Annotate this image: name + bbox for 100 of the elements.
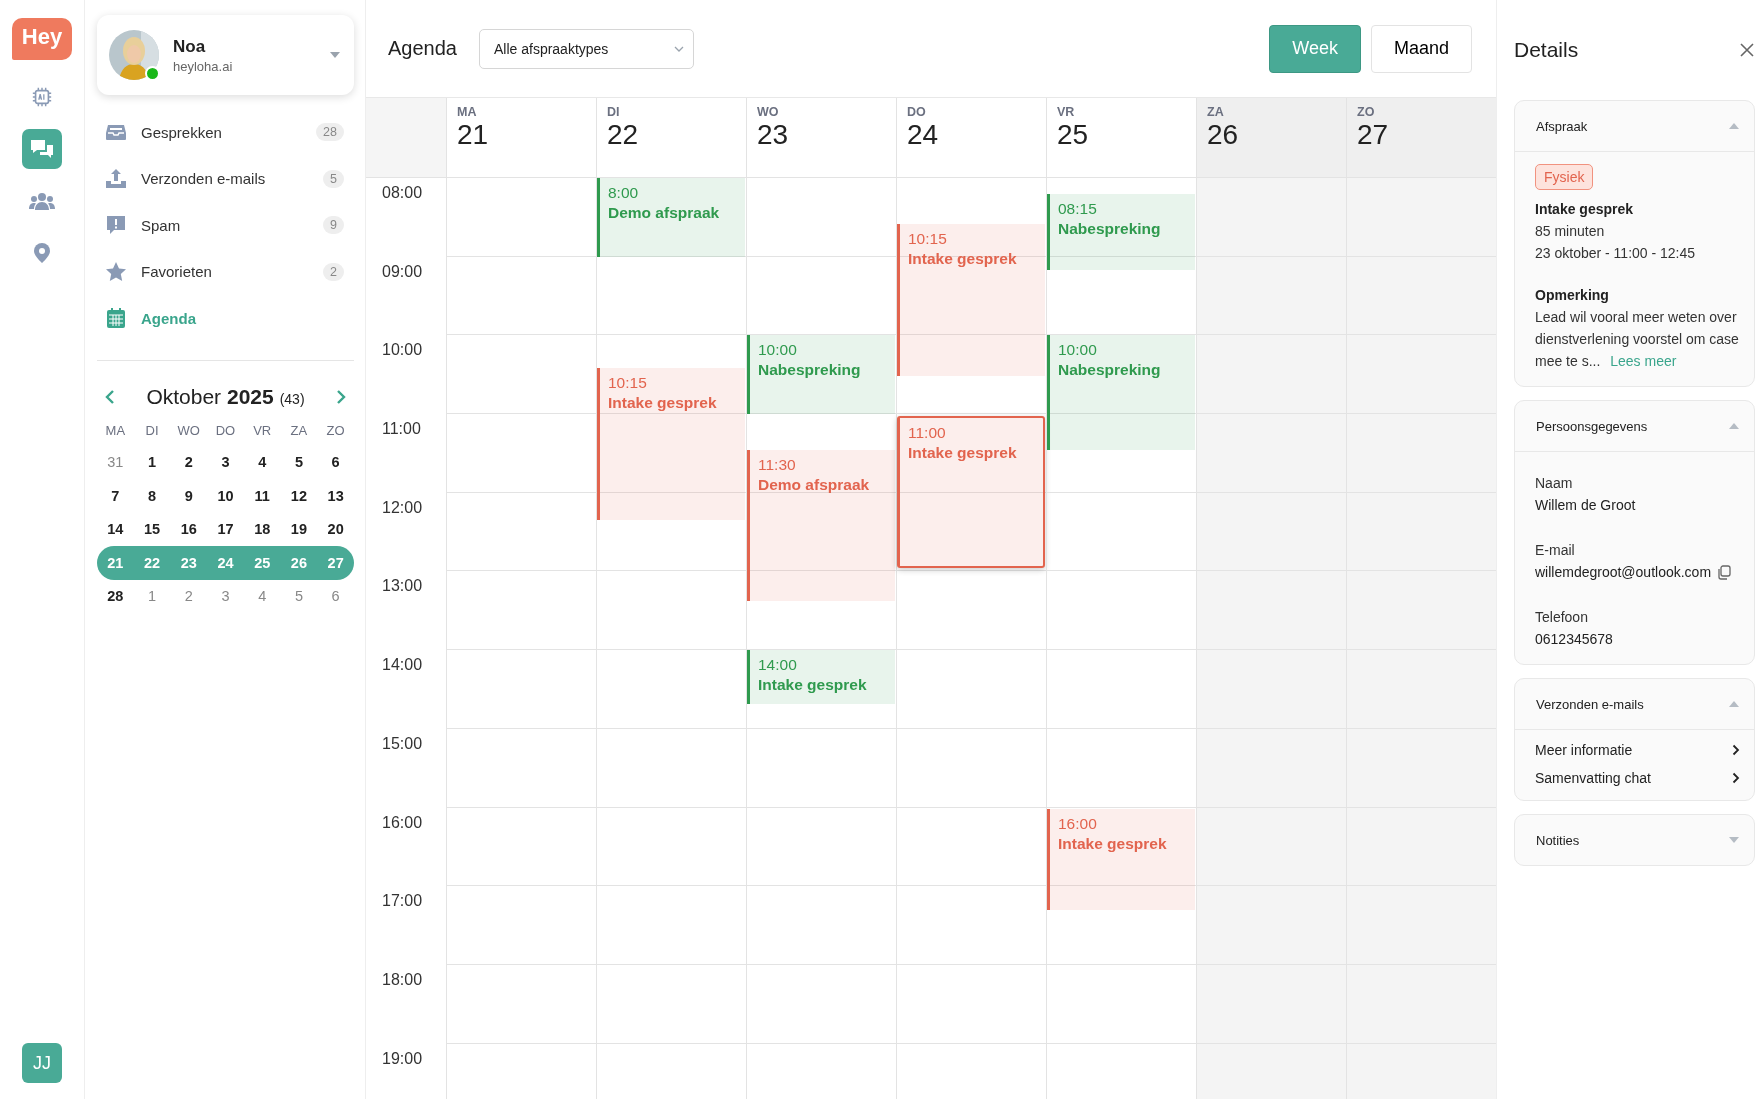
hour-label: 18:00 xyxy=(382,970,423,988)
weekday-label: DI xyxy=(607,105,621,119)
hour-label: 16:00 xyxy=(382,813,423,831)
section-header[interactable]: Verzonden e-mails xyxy=(1515,679,1754,730)
profile-name: Noa xyxy=(173,36,207,57)
day-number: 24 xyxy=(907,119,940,151)
calendar-day[interactable]: 12 xyxy=(280,487,318,504)
calendar-day[interactable]: 17 xyxy=(207,521,244,538)
calendar-day[interactable]: 1 xyxy=(133,588,171,605)
section-header[interactable]: Afspraak xyxy=(1515,101,1754,152)
appointment-time: 10:00 xyxy=(1058,341,1098,360)
nav-item[interactable]: Gesprekken 28 xyxy=(97,109,354,156)
appointment-time: 11:00 xyxy=(908,423,947,442)
hour-label: 17:00 xyxy=(382,892,423,910)
weekday-label: WO xyxy=(176,422,201,440)
calendar-day[interactable]: 3 xyxy=(207,588,244,605)
appointment-title: Intake gesprek xyxy=(1058,835,1168,854)
logo: Hey xyxy=(11,18,73,60)
weekday-label: WO xyxy=(757,105,780,119)
section-header[interactable]: Persoonsgegevens xyxy=(1515,401,1754,452)
chevron-right-icon[interactable] xyxy=(1732,744,1740,756)
hour-label: 15:00 xyxy=(382,734,423,752)
view-toggle-button[interactable]: Maand xyxy=(1370,24,1472,73)
calendar-day[interactable]: 19 xyxy=(280,521,318,538)
calendar-day[interactable]: 20 xyxy=(317,521,354,538)
hour-label: 19:00 xyxy=(382,1049,423,1067)
day-number: 25 xyxy=(1057,119,1090,151)
calendar-day[interactable]: 5 xyxy=(280,588,318,605)
hour-label: 08:00 xyxy=(382,184,423,201)
field-label: Naam xyxy=(1535,474,1574,493)
profile-card[interactable]: Noa heyloha.ai xyxy=(97,15,354,95)
chevron-down-icon xyxy=(673,45,684,52)
star-icon xyxy=(105,260,127,283)
calendar-day[interactable]: 16 xyxy=(170,521,208,538)
hour-label: 14:00 xyxy=(382,656,423,674)
field-label: E-mail xyxy=(1535,541,1576,560)
weekday-label: MA xyxy=(457,105,478,119)
weekday-label: DO xyxy=(907,105,927,119)
date-time: 23 oktober - 11:00 - 12:45 xyxy=(1535,244,1697,263)
appointment-time: 14:00 xyxy=(758,656,798,675)
hour-label: 09:00 xyxy=(382,262,423,280)
nav-item[interactable]: Spam 9 xyxy=(97,202,354,249)
calendar-day[interactable]: 18 xyxy=(243,521,281,538)
email-item[interactable]: Samenvatting chat xyxy=(1535,770,1651,786)
calendar-day[interactable]: 13 xyxy=(317,487,354,504)
chat-icon[interactable] xyxy=(22,129,62,169)
copy-icon[interactable] xyxy=(1717,564,1732,580)
chevron-left-icon[interactable] xyxy=(105,388,115,405)
appointment-name: Intake gesprek xyxy=(1535,200,1635,219)
calendar-day[interactable]: 11 xyxy=(243,487,281,504)
hour-label: 12:00 xyxy=(382,498,423,516)
appointment-title: Intake gesprek xyxy=(608,394,718,413)
calendar-day[interactable]: 5 xyxy=(280,454,318,471)
appointment-type-dropdown[interactable]: Alle afspraaktypes xyxy=(478,28,694,69)
calendar-day[interactable]: 4 xyxy=(243,588,281,605)
nav-item[interactable]: Favorieten 2 xyxy=(97,248,354,295)
section-header[interactable]: Notities xyxy=(1515,815,1754,865)
week-number: (43) xyxy=(279,390,305,407)
appointment-title: Nabespreking xyxy=(1058,219,1162,238)
panel-title: Details xyxy=(1514,38,1579,62)
calendar-day[interactable]: 1 xyxy=(133,454,171,471)
calendar-day[interactable]: 2 xyxy=(170,588,208,605)
calendar-day[interactable]: 3 xyxy=(207,454,244,471)
caret-icon xyxy=(330,52,340,58)
calendar-day[interactable]: 2 xyxy=(170,454,208,471)
calendar-day[interactable]: 6 xyxy=(317,454,354,471)
calendar-day[interactable]: 28 xyxy=(97,588,134,605)
calendar-day[interactable]: 8 xyxy=(133,487,171,504)
calendar-day[interactable]: 10 xyxy=(207,487,244,504)
note-text: Lead wil vooral meer weten over dienstverlening voorstel om case mee te s... Lees meer xyxy=(1535,308,1740,371)
appointment-time: 16:00 xyxy=(1058,815,1098,834)
count-badge: 28 xyxy=(316,123,344,142)
appointment-title: Demo afspraak xyxy=(758,475,871,494)
calendar-day[interactable]: 15 xyxy=(133,521,171,538)
count-badge: 9 xyxy=(323,216,344,235)
note-label: Opmerking xyxy=(1535,286,1610,305)
profile-domain: heyloha.ai xyxy=(173,58,234,74)
calendar-day[interactable]: 9 xyxy=(170,487,208,504)
weekday-label: ZO xyxy=(325,422,346,440)
email-item[interactable]: Meer informatie xyxy=(1535,742,1633,758)
field-value: Willem de Groot xyxy=(1535,496,1636,515)
count-badge: 2 xyxy=(323,262,344,281)
calendar-day[interactable]: 4 xyxy=(243,454,281,471)
hour-label: 11:00 xyxy=(382,420,421,438)
weekday-label: DI xyxy=(144,422,160,440)
nav-item[interactable]: Verzonden e-mails 5 xyxy=(97,155,354,202)
calendar-day[interactable]: 7 xyxy=(97,487,134,504)
close-icon[interactable] xyxy=(1740,43,1754,57)
chevron-right-icon[interactable] xyxy=(1732,772,1740,784)
day-number: 26 xyxy=(1207,119,1240,151)
day-number: 27 xyxy=(1357,119,1390,151)
calendar-day[interactable]: 6 xyxy=(317,588,354,605)
day-number: 22 xyxy=(607,119,640,151)
calendar-day[interactable]: 14 xyxy=(97,521,134,538)
agenda-title: Agenda xyxy=(388,37,457,60)
day-number: 21 xyxy=(457,119,490,151)
hour-label: 10:00 xyxy=(382,341,423,359)
upload-icon xyxy=(105,167,127,190)
calendar-day[interactable]: 31 xyxy=(97,454,134,471)
appointment-title: Nabespreking xyxy=(758,361,862,380)
